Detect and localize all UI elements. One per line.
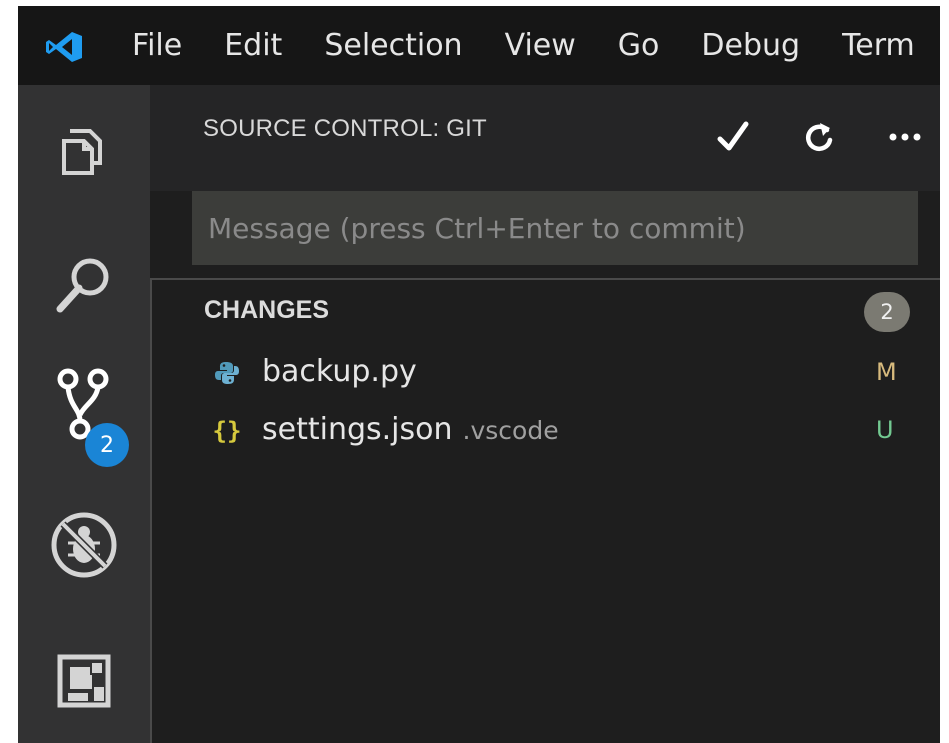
vscode-logo-icon (46, 32, 82, 62)
file-name-text: backup.py (262, 354, 417, 389)
more-actions-icon (889, 133, 921, 141)
vscode-window: File Edit Selection View Go Debug Term 2… (18, 6, 940, 743)
menu-file[interactable]: File (132, 28, 182, 63)
changes-header[interactable]: CHANGES (204, 296, 329, 325)
commit-button[interactable] (712, 115, 754, 159)
panel-title: SOURCE CONTROL: GIT (203, 115, 487, 142)
python-file-icon (210, 358, 244, 388)
activity-source-control[interactable] (18, 355, 150, 455)
commit-checkmark-icon (717, 121, 749, 151)
menu-view[interactable]: View (505, 28, 576, 63)
file-name-text: settings.json (262, 412, 453, 447)
status-untracked: U (876, 416, 894, 444)
search-icon (56, 258, 109, 313)
debug-disabled-icon (51, 512, 117, 578)
file-name: settings.json .vscode (262, 412, 559, 447)
status-modified: M (876, 358, 897, 386)
source-control-header: SOURCE CONTROL: GIT (150, 85, 940, 191)
commit-message-input[interactable] (192, 191, 918, 265)
activity-search[interactable] (18, 235, 150, 335)
file-directory: .vscode (462, 416, 559, 445)
menu-bar: File Edit Selection View Go Debug Term (18, 6, 940, 85)
change-row-settings-json[interactable]: {} settings.json .vscode U (152, 402, 940, 458)
activity-debug[interactable] (18, 495, 150, 595)
activity-extensions[interactable] (18, 631, 150, 731)
extensions-icon (57, 654, 111, 708)
more-actions-button[interactable] (884, 115, 926, 159)
json-file-icon: {} (212, 417, 242, 445)
source-control-badge: 2 (85, 423, 129, 467)
refresh-button[interactable] (798, 115, 840, 159)
activity-explorer[interactable] (18, 101, 150, 201)
menu-items: File Edit Selection View Go Debug Term (132, 6, 940, 85)
source-control-panel: SOURCE CONTROL: GIT Message (press Ctrl+… (150, 85, 940, 743)
menu-debug[interactable]: Debug (701, 28, 800, 63)
refresh-icon (805, 123, 833, 151)
explorer-files-icon (62, 129, 102, 175)
menu-go[interactable]: Go (618, 28, 660, 63)
activity-bar: 2 (18, 85, 150, 743)
panel-actions (668, 115, 926, 159)
changes-count-badge: 2 (864, 292, 910, 332)
changes-section: CHANGES 2 backup.py M {} settings.json .… (150, 278, 940, 743)
menu-edit[interactable]: Edit (224, 28, 282, 63)
menu-selection[interactable]: Selection (324, 28, 462, 63)
menu-terminal[interactable]: Term (842, 28, 915, 63)
change-row-backup-py[interactable]: backup.py M (152, 344, 940, 400)
file-name: backup.py (262, 354, 417, 389)
